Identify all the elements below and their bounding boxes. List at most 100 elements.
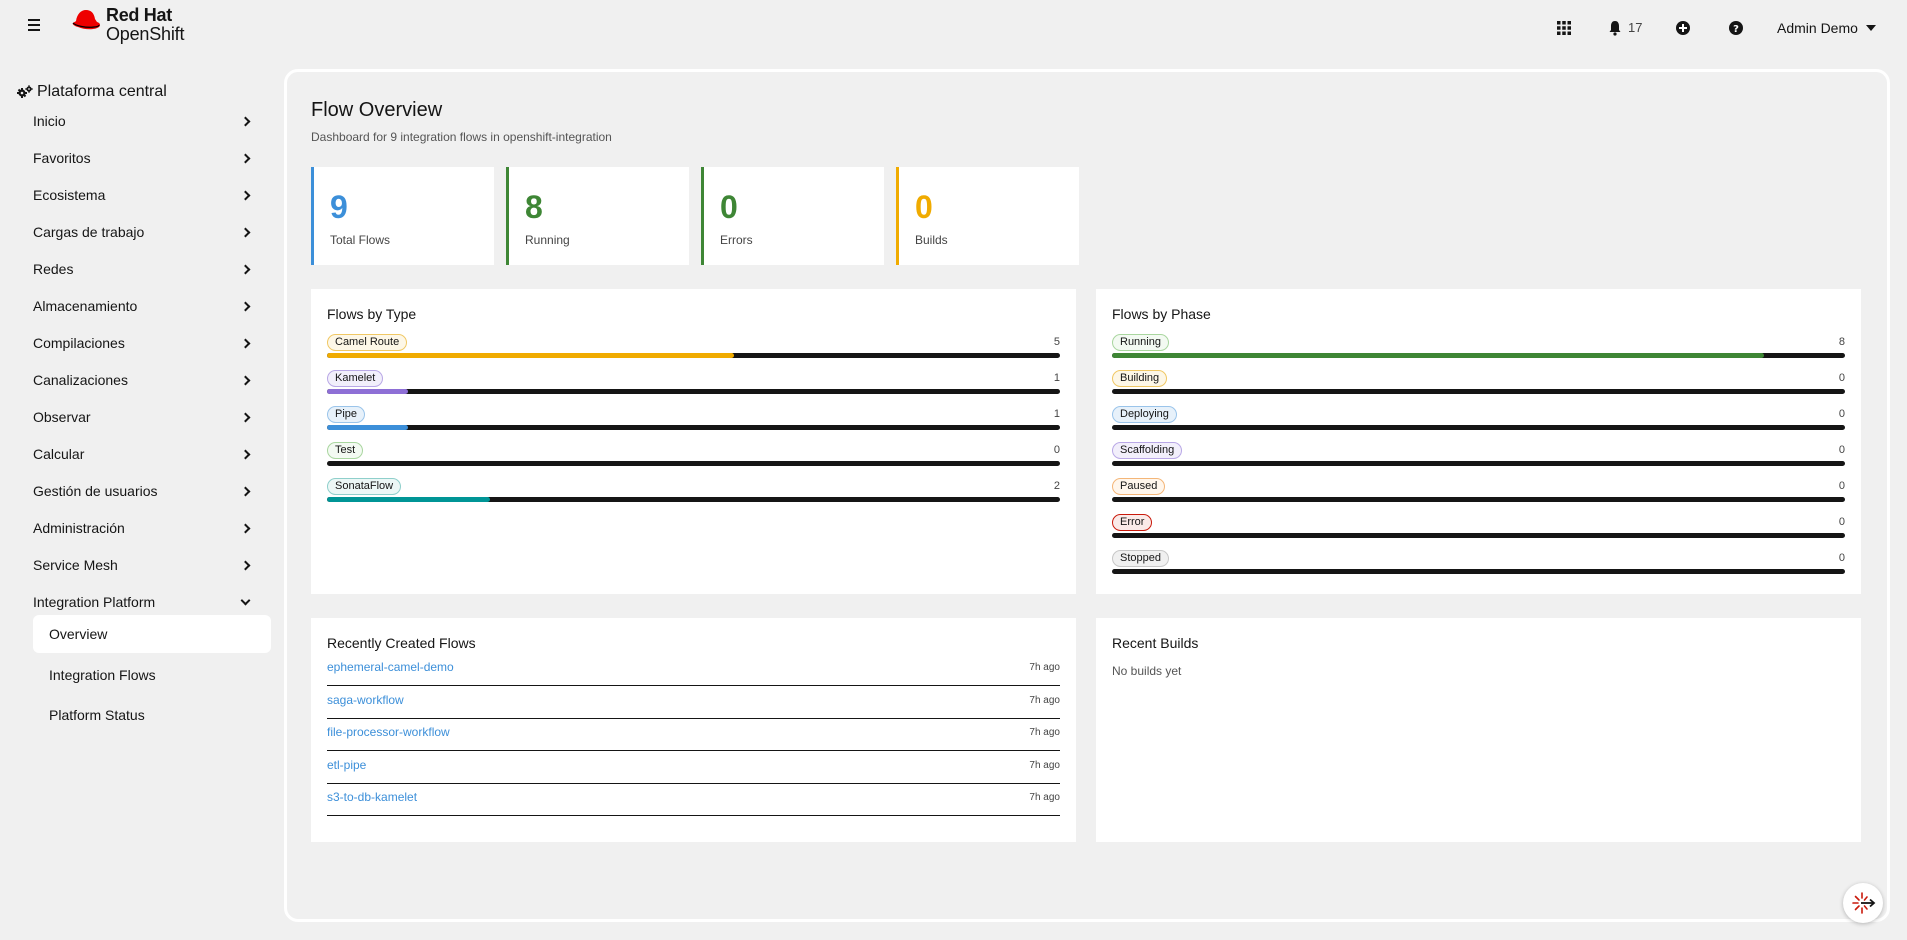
- category-count: 0: [1838, 516, 1845, 528]
- empty-state-text: No builds yet: [1112, 664, 1182, 678]
- nav-item-label: Calcular: [33, 446, 85, 462]
- brand-logo[interactable]: Red Hat OpenShift: [70, 6, 184, 44]
- nav-item-integration-platform[interactable]: Integration Platform: [33, 587, 253, 617]
- list-item: saga-workflow 7h ago: [327, 686, 1060, 719]
- chevron-right-icon: [240, 190, 251, 200]
- subnav-item-label: Platform Status: [49, 707, 145, 723]
- chevron-right-icon: [240, 412, 251, 422]
- bar-row: Pipe 1: [327, 406, 1060, 436]
- subnav-item-label: Integration Flows: [49, 667, 156, 683]
- bar-row: Building 0: [1112, 370, 1845, 400]
- user-menu-toggle[interactable]: Admin Demo: [1777, 20, 1876, 36]
- perspective-label: Plataforma central: [37, 83, 167, 100]
- progress-fill: [327, 353, 735, 358]
- progress-track: [1112, 389, 1845, 394]
- category-count: 0: [1838, 552, 1845, 564]
- subnav-item-integration-flows[interactable]: Integration Flows: [33, 656, 271, 694]
- list-item: etl-pipe 7h ago: [327, 751, 1060, 784]
- stat-label: Total Flows: [330, 233, 391, 247]
- panel-title: Flows by Phase: [1112, 306, 1211, 322]
- chevron-right-icon: [240, 338, 251, 348]
- category-count: 0: [1838, 408, 1845, 420]
- svg-text:?: ?: [1733, 24, 1739, 35]
- flows-by-type-panel: Flows by Type Camel Route 5 Kamelet 1 Pipe 1 T…: [311, 289, 1076, 594]
- quickstart-launcher-button[interactable]: [1843, 883, 1883, 923]
- nav-item-gestion-de-usuarios[interactable]: Gestión de usuarios: [33, 476, 253, 506]
- chevron-right-icon: [240, 449, 251, 459]
- category-label: Paused: [1112, 478, 1166, 495]
- masthead: Red Hat OpenShift 17 ? Admin Demo: [0, 0, 1907, 56]
- panel-title: Recently Created Flows: [327, 635, 476, 651]
- progress-fill: [327, 497, 490, 502]
- flow-link[interactable]: file-processor-workflow: [327, 725, 450, 739]
- bar-row: Deploying 0: [1112, 406, 1845, 436]
- page-title: Flow Overview: [311, 99, 443, 121]
- bar-row: Kamelet 1: [327, 370, 1060, 400]
- nav-item-compilaciones[interactable]: Compilaciones: [33, 328, 253, 358]
- nav-item-observar[interactable]: Observar: [33, 402, 253, 432]
- category-label: Kamelet: [327, 370, 384, 387]
- recent-builds-panel: Recent Builds No builds yet: [1096, 618, 1861, 842]
- flow-link[interactable]: saga-workflow: [327, 693, 404, 707]
- product-name: OpenShift: [106, 24, 185, 44]
- category-label: Error: [1112, 514, 1153, 531]
- category-count: 1: [1053, 408, 1060, 420]
- stat-card-builds: 0 Builds: [896, 167, 1079, 265]
- nav-item-almacenamiento[interactable]: Almacenamiento: [33, 291, 253, 321]
- app-launcher-grid-icon[interactable]: [1556, 20, 1572, 36]
- bar-row: SonataFlow 2: [327, 478, 1060, 508]
- stat-label: Errors: [720, 233, 753, 247]
- nav-item-inicio[interactable]: Inicio: [33, 106, 253, 136]
- nav-item-label: Gestión de usuarios: [33, 483, 158, 499]
- user-name: Admin Demo: [1777, 20, 1858, 36]
- sidebar-nav: Plataforma central Inicio Favoritos Ecos…: [0, 56, 280, 940]
- nav-item-cargas-de-trabajo[interactable]: Cargas de trabajo: [33, 217, 253, 247]
- nav-item-favoritos[interactable]: Favoritos: [33, 143, 253, 173]
- nav-item-redes[interactable]: Redes: [33, 254, 253, 284]
- flow-link[interactable]: ephemeral-camel-demo: [327, 660, 454, 674]
- nav-item-ecosistema[interactable]: Ecosistema: [33, 180, 253, 210]
- category-count: 2: [1053, 480, 1060, 492]
- nav-item-label: Cargas de trabajo: [33, 224, 145, 240]
- nav-item-calcular[interactable]: Calcular: [33, 439, 253, 469]
- perspective-switcher[interactable]: Plataforma central: [17, 83, 167, 101]
- nav-item-label: Ecosistema: [33, 187, 106, 203]
- help-icon[interactable]: ?: [1728, 20, 1744, 36]
- stat-label: Builds: [915, 233, 948, 247]
- nav-item-label: Favoritos: [33, 150, 91, 166]
- notification-count[interactable]: 17: [1628, 20, 1642, 35]
- flow-link[interactable]: etl-pipe: [327, 758, 366, 772]
- progress-fill: [1112, 353, 1764, 358]
- lightspeed-icon: [1852, 892, 1876, 914]
- category-count: 1: [1053, 372, 1060, 384]
- hamburger-menu-icon[interactable]: [28, 19, 44, 37]
- nav-item-label: Service Mesh: [33, 557, 118, 573]
- progress-track: [327, 461, 1060, 466]
- cogs-icon: [17, 85, 33, 98]
- bell-icon[interactable]: [1607, 20, 1623, 36]
- progress-track: [327, 497, 1060, 502]
- nav-item-administracion[interactable]: Administración: [33, 513, 253, 543]
- category-count: 0: [1838, 480, 1845, 492]
- flows-by-phase-panel: Flows by Phase Running 8 Building 0 Deployin…: [1096, 289, 1861, 594]
- nav-item-label: Compilaciones: [33, 335, 125, 351]
- bar-row: Paused 0: [1112, 478, 1845, 508]
- category-label: Running: [1112, 334, 1169, 351]
- chevron-right-icon: [240, 153, 251, 163]
- category-count: 8: [1838, 336, 1845, 348]
- chevron-right-icon: [240, 375, 251, 385]
- nav-item-service-mesh[interactable]: Service Mesh: [33, 550, 253, 580]
- brand-name: Red Hat: [106, 5, 172, 25]
- chevron-down-icon: [240, 595, 251, 605]
- progress-track: [1112, 569, 1845, 574]
- progress-track: [1112, 461, 1845, 466]
- progress-track: [1112, 533, 1845, 538]
- category-label: Test: [327, 442, 364, 459]
- nav-item-canalizaciones[interactable]: Canalizaciones: [33, 365, 253, 395]
- flow-link[interactable]: s3-to-db-kamelet: [327, 790, 417, 804]
- subnav-item-overview[interactable]: Overview: [33, 615, 271, 653]
- subnav-item-platform-status[interactable]: Platform Status: [33, 696, 271, 734]
- stat-value: 8: [525, 189, 543, 225]
- plus-circle-icon[interactable]: [1675, 20, 1691, 36]
- list-item: ephemeral-camel-demo 7h ago: [327, 653, 1060, 686]
